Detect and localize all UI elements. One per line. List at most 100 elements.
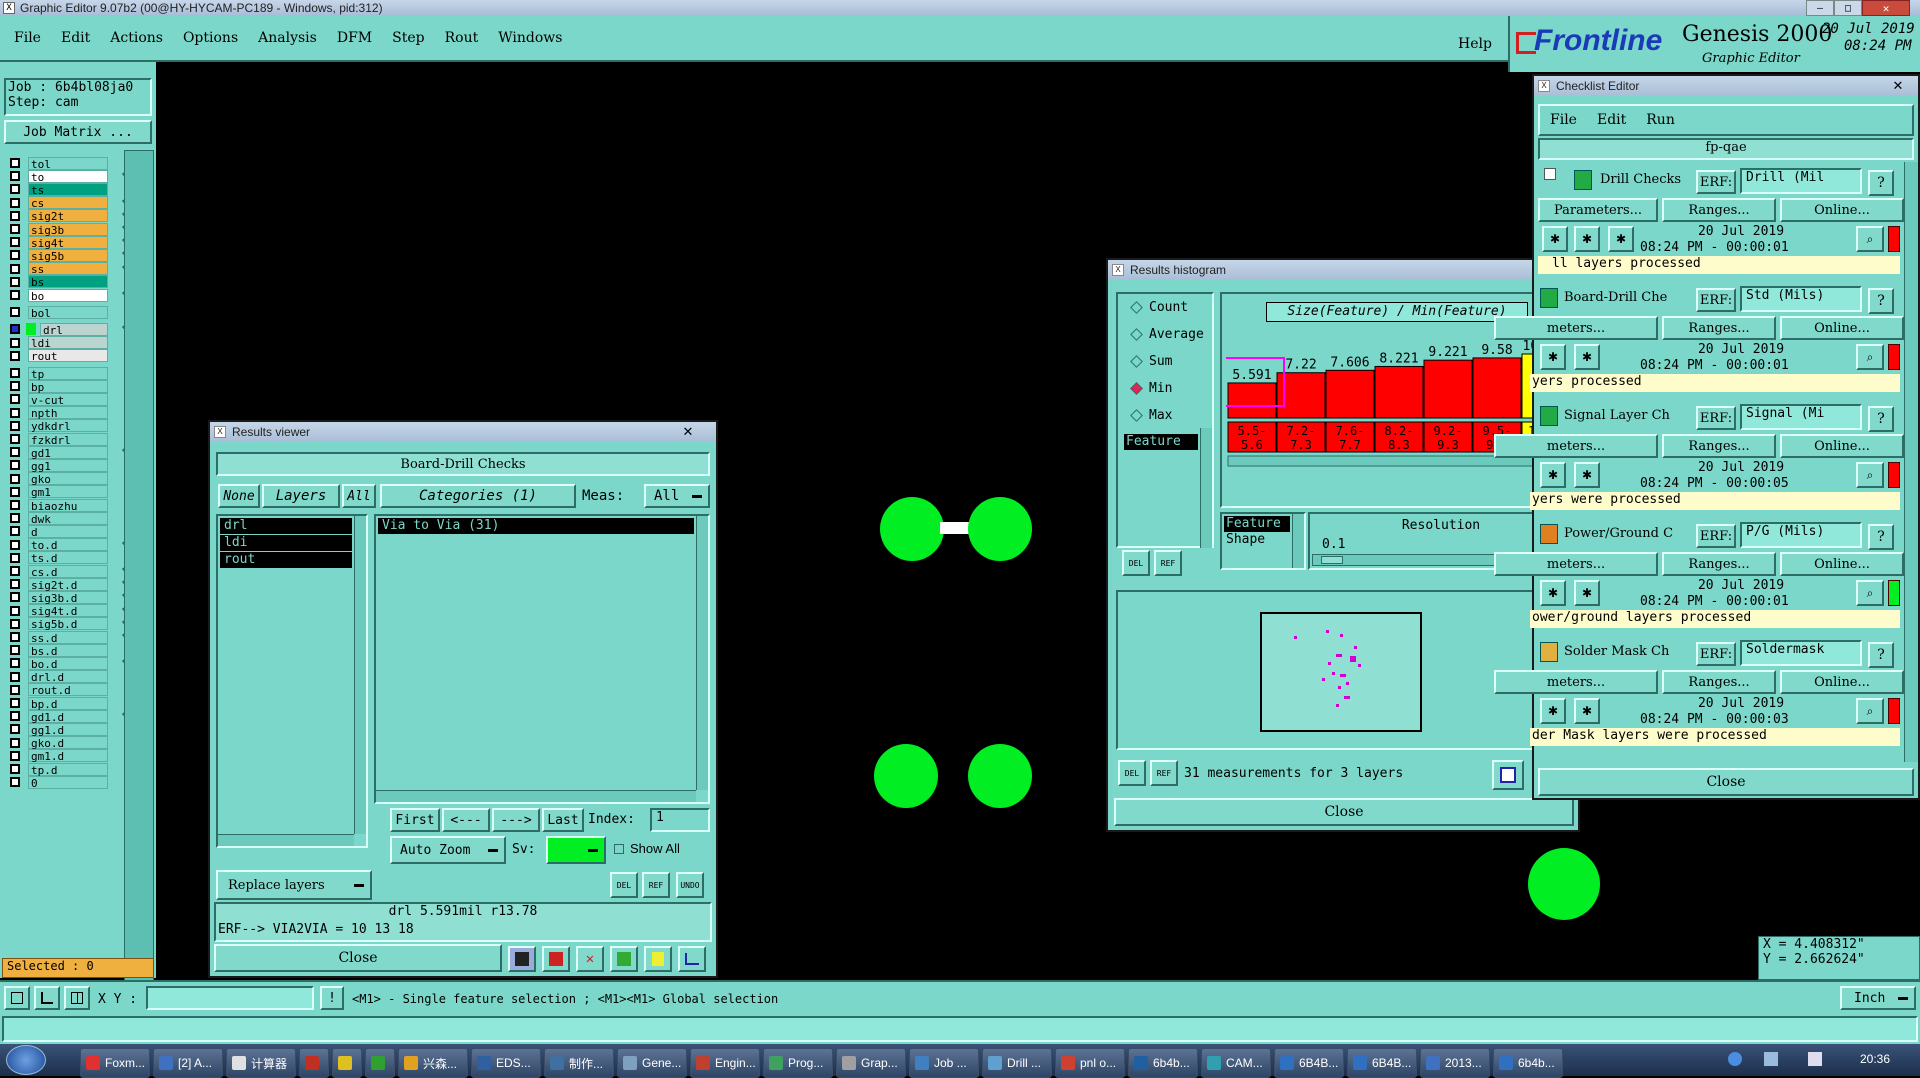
zoom-to-fit-button[interactable]: [1492, 760, 1524, 790]
layer-name[interactable]: bp: [28, 379, 108, 394]
online-button[interactable]: Online...: [1780, 198, 1904, 222]
layer-row[interactable]: sig2t.d✎: [6, 577, 127, 592]
list-item[interactable]: ldi: [220, 535, 352, 551]
menu-dfm[interactable]: DFM: [337, 30, 372, 46]
online-button[interactable]: Online...: [1780, 316, 1904, 340]
layer-name[interactable]: d: [28, 524, 108, 539]
run-icon[interactable]: ✱: [1574, 344, 1600, 370]
layer-name[interactable]: sig5b: [28, 248, 108, 263]
radio-average[interactable]: Average: [1130, 327, 1204, 342]
histogram-close-button[interactable]: Close: [1114, 798, 1574, 826]
menu-windows[interactable]: Windows: [498, 30, 562, 46]
layer-name[interactable]: sig5b.d: [28, 617, 108, 631]
layer-row[interactable]: tp: [6, 366, 124, 381]
layer-name[interactable]: biaozhu: [28, 498, 108, 513]
via-connection[interactable]: [940, 522, 970, 534]
list-item[interactable]: Via to Via (31): [378, 518, 694, 534]
toolbar-icon-button[interactable]: [508, 946, 536, 972]
help-icon[interactable]: ?: [1868, 406, 1894, 432]
layer-row[interactable]: dwk: [6, 511, 124, 526]
menu-edit[interactable]: Edit: [1597, 112, 1626, 128]
layer-name[interactable]: npth: [28, 406, 108, 420]
run-icon[interactable]: ✱: [1574, 580, 1600, 606]
taskbar-button[interactable]: Drill ...: [982, 1048, 1052, 1078]
layer-name[interactable]: 0: [28, 775, 108, 790]
taskbar-button[interactable]: pnl o...: [1055, 1048, 1125, 1078]
layer-name[interactable]: to.d: [28, 538, 108, 552]
erf-select[interactable]: Soldermask: [1740, 640, 1862, 666]
taskbar-button[interactable]: 制作...: [544, 1048, 614, 1078]
layer-row[interactable]: bol: [6, 305, 124, 320]
close-button[interactable]: Close: [214, 944, 502, 972]
layer-row[interactable]: gko: [6, 472, 124, 486]
menu-analysis[interactable]: Analysis: [258, 30, 317, 46]
drill-pad[interactable]: [874, 744, 938, 808]
start-button[interactable]: [6, 1045, 46, 1075]
layer-checkbox[interactable]: [10, 197, 20, 208]
erf-select[interactable]: P/G (Mils): [1740, 522, 1862, 548]
layer-checkbox[interactable]: [10, 539, 20, 550]
layer-row[interactable]: gg1: [6, 458, 124, 473]
layer-checkbox[interactable]: [10, 224, 20, 234]
layer-row[interactable]: cs✎: [6, 196, 127, 210]
taskbar-button[interactable]: 计算器: [226, 1048, 296, 1078]
layer-row[interactable]: rout: [6, 349, 124, 363]
layer-checkbox[interactable]: [10, 473, 20, 484]
online-button[interactable]: Online...: [1780, 552, 1904, 576]
layer-row[interactable]: sig5b.d✎: [6, 617, 127, 631]
run-icon[interactable]: ✱: [1574, 462, 1600, 488]
menu-file[interactable]: File: [1550, 112, 1577, 128]
layer-checkbox[interactable]: [10, 210, 20, 221]
help-icon[interactable]: ?: [1868, 524, 1894, 550]
taskbar-button[interactable]: Job ...: [909, 1048, 979, 1078]
layer-checkbox[interactable]: [10, 632, 20, 642]
layer-row[interactable]: to.d✎: [6, 538, 127, 552]
layer-row[interactable]: bs: [6, 275, 124, 289]
layer-row[interactable]: gm1: [6, 485, 124, 499]
toolbar-icon-button[interactable]: [610, 946, 638, 972]
layer-checkbox[interactable]: [10, 552, 20, 563]
layer-name[interactable]: ss.d: [28, 630, 108, 645]
vertical-scrollbar[interactable]: [696, 516, 708, 790]
layer-row[interactable]: bp.d: [6, 696, 124, 711]
list-item[interactable]: Feature: [1224, 516, 1290, 532]
layer-checkbox[interactable]: [10, 171, 20, 182]
layer-checkbox[interactable]: [10, 513, 20, 524]
menu-edit[interactable]: Edit: [61, 30, 90, 46]
run-icon[interactable]: ✱: [1540, 698, 1566, 724]
layer-checkbox[interactable]: [10, 263, 20, 274]
magnify-icon[interactable]: ⌕: [1856, 226, 1884, 252]
auto-zoom-button[interactable]: Auto Zoom: [390, 836, 506, 864]
first-button[interactable]: First: [390, 808, 440, 832]
layer-row[interactable]: gd1✎: [6, 445, 127, 460]
checklist-close-button[interactable]: Close: [1538, 768, 1914, 796]
layer-name[interactable]: gd1.d: [28, 709, 108, 724]
help-icon[interactable]: ?: [1868, 288, 1894, 314]
radio-max[interactable]: Max: [1130, 408, 1172, 423]
layer-name[interactable]: rout: [28, 349, 108, 363]
del-button[interactable]: DEL: [610, 872, 638, 898]
layer-checkbox[interactable]: [10, 407, 20, 418]
taskbar-button[interactable]: 6B4B...: [1274, 1048, 1344, 1078]
layer-name[interactable]: tp: [28, 366, 108, 381]
network-icon[interactable]: [1764, 1052, 1778, 1066]
layer-row[interactable]: bs.d: [6, 643, 124, 658]
layer-name[interactable]: v-cut: [28, 392, 108, 407]
run-icon[interactable]: ✱: [1540, 344, 1566, 370]
layer-checkbox[interactable]: [10, 750, 20, 761]
layer-row[interactable]: biaozhu: [6, 498, 124, 513]
menu-run[interactable]: Run: [1646, 112, 1675, 128]
histogram-bar[interactable]: [1472, 357, 1522, 419]
layer-checkbox[interactable]: [10, 764, 20, 774]
meas-select[interactable]: All: [644, 484, 710, 508]
toolbar-icon-button[interactable]: [542, 946, 570, 972]
layer-row[interactable]: gd1.d✎: [6, 709, 127, 724]
layer-name[interactable]: sig2t.d: [28, 577, 108, 592]
taskbar-button[interactable]: 2013...: [1420, 1048, 1490, 1078]
layer-checkbox[interactable]: [10, 618, 20, 629]
check-enabled-checkbox[interactable]: [1544, 168, 1556, 180]
radio-min[interactable]: Min: [1130, 381, 1172, 396]
layer-name[interactable]: bo.d: [28, 656, 108, 671]
layer-row[interactable]: ydkdrl: [6, 419, 124, 433]
layer-name[interactable]: sig3b.d: [28, 590, 108, 605]
